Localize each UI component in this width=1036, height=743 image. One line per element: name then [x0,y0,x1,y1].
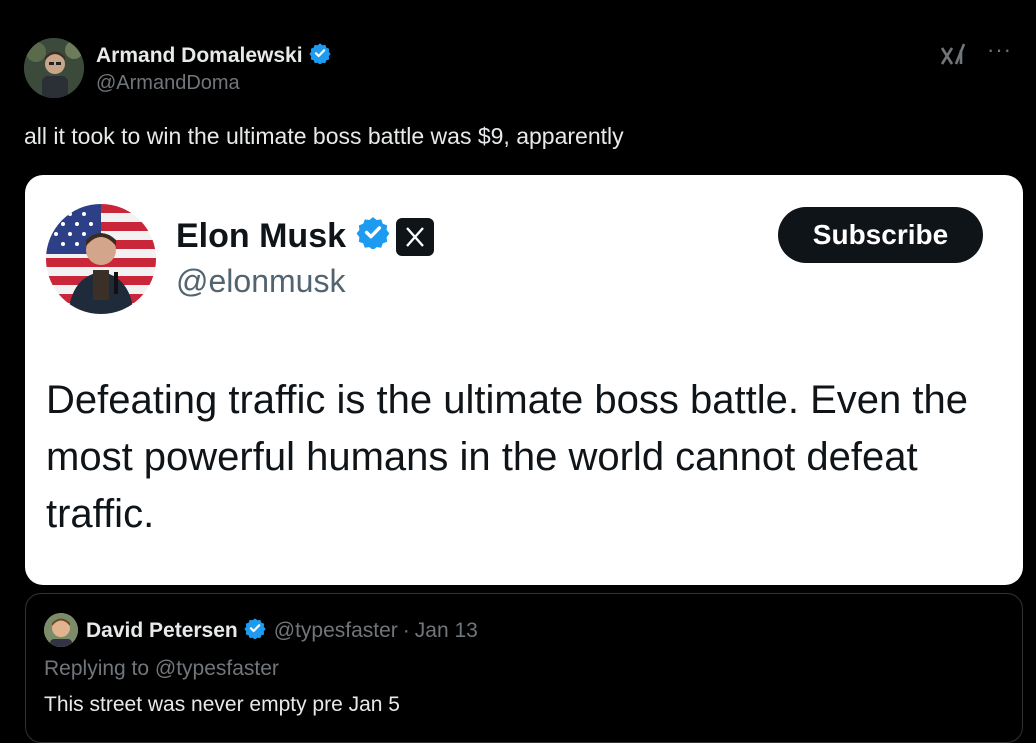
verified-badge-icon [308,42,331,70]
author-name-text[interactable]: Armand Domalewski [96,44,303,68]
author-handle[interactable]: @ArmandDoma [96,72,240,95]
elon-avatar [46,204,156,314]
grok-icon[interactable] [938,40,968,70]
verified-badge-icon [244,617,266,645]
post-text: all it took to win the ultimate boss bat… [24,123,624,149]
subscribe-button: Subscribe [778,207,983,263]
elon-name-text: Elon Musk [176,217,347,255]
david-handle[interactable]: @typesfaster [274,619,398,643]
david-avatar[interactable] [44,613,78,647]
post-header: Armand Domalewski @ArmandDoma ··· [24,38,1012,100]
more-icon[interactable]: ··· [987,39,1012,61]
david-name[interactable]: David Petersen [86,619,238,643]
post-date[interactable]: Jan 13 [415,619,478,643]
quoted-post-text: This street was never empty pre Jan 5 [44,693,400,716]
verified-badge-icon [356,215,390,258]
author-avatar[interactable] [24,38,84,98]
author-name[interactable]: Armand Domalewski [96,42,331,70]
elon-name: Elon Musk [176,215,435,258]
quoted-post[interactable]: David Petersen @typesfaster · Jan 13 Rep… [25,593,1023,743]
separator: · [402,619,410,642]
replying-to: Replying to @typesfaster [44,657,279,680]
x-logo-icon [396,217,435,256]
embedded-screenshot[interactable]: Elon Musk @elonmusk Subscribe Defeating … [25,175,1023,585]
quoted-post-header: David Petersen @typesfaster · Jan 13 [86,617,478,645]
elon-handle: @elonmusk [176,263,346,299]
elon-post-text: Defeating traffic is the ultimate boss b… [46,378,968,536]
